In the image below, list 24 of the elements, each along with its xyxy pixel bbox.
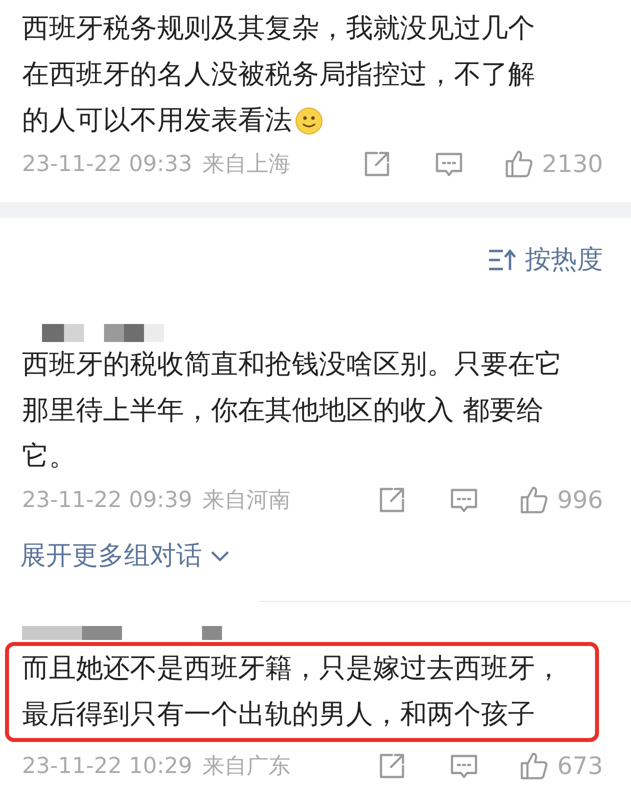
comment-text: 西班牙的税收简直和抢钱没啥区别。只要在它 [22,348,562,382]
like-count: 996 [557,485,603,516]
comment-location: 来自上海 [202,150,290,178]
like-count: 2130 [542,149,603,180]
comment-text: 它。 [22,440,76,474]
comment-text: 最后得到只有一个出轨的男人，和两个孩子 [22,698,535,732]
thumbs-up-icon[interactable] [519,751,550,781]
comment-location: 来自河南 [202,486,290,514]
comment-text: 的人可以不用发表看法 [22,104,292,138]
sort-icon [487,247,517,273]
thumbs-up-icon[interactable] [504,149,534,179]
expand-link[interactable]: 展开更多组对话 [20,536,230,576]
comment-time: 23-11-22 09:33 [22,150,192,178]
chevron-down-icon [210,549,230,563]
comment-time: 23-11-22 10:29 [22,752,192,780]
comment-text: 在西班牙的名人没被税务局指控过，不了解 [22,58,535,92]
like-count: 673 [557,751,603,782]
comment-text: 而且她还不是西班牙籍，只是嫁过去西班牙， [22,652,562,686]
comment-time: 23-11-22 09:39 [22,486,192,514]
sort-button[interactable]: 按热度 [487,240,603,280]
comment-location: 来自广东 [202,752,290,780]
comment-text: 西班牙税务规则及其复杂，我就没见过几个 [22,12,535,46]
comment-text: 那里待上半年，你在其他地区的收入 都要给 [22,394,544,428]
thumbs-up-icon[interactable] [519,485,550,515]
